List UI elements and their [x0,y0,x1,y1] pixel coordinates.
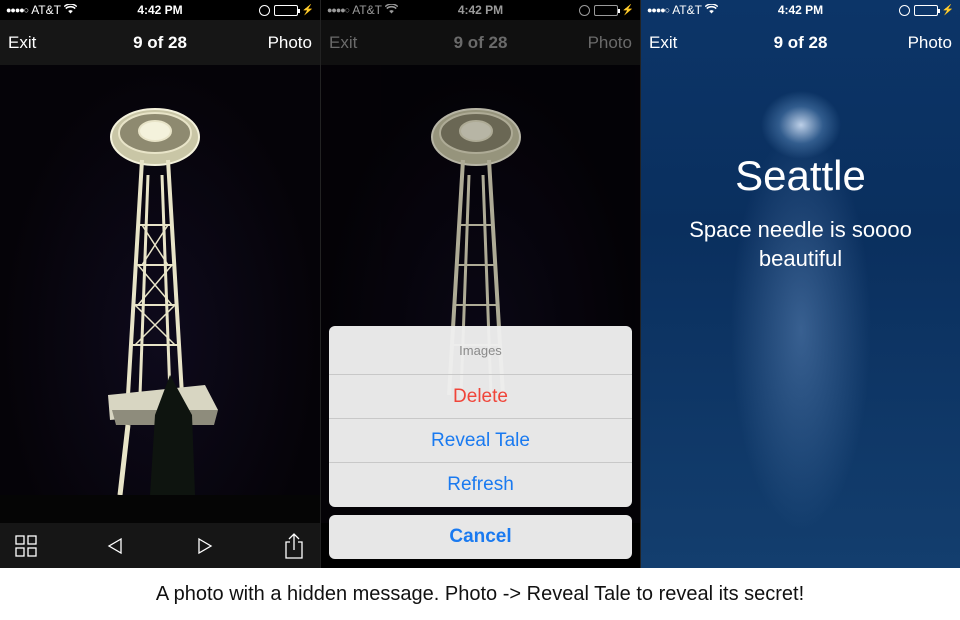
action-sheet: Images Delete Reveal Tale Refresh Cancel [329,326,632,559]
hidden-message-title: Seattle [735,152,866,199]
cancel-button[interactable]: Cancel [329,515,632,559]
clock: 4:42 PM [457,3,504,17]
space-needle-photo [0,65,320,523]
blurred-photo-background [641,0,960,568]
action-sheet-screen: ●●●●○ AT&T 4:42 PM ⚡ Exit 9 of 28 Photo [320,0,640,568]
caption: A photo with a hidden message. Photo -> … [155,582,805,605]
revealed-message-screen: ●●●●○ AT&T 4:42 PM ⚡ Exit 9 of 28 Photo … [640,0,960,568]
battery-icon [593,4,620,16]
bottom-toolbar [0,523,320,568]
nav-bar: Exit 9 of 28 Photo [641,20,960,65]
nav-bar: Exit 9 of 28 Photo [0,20,320,65]
status-bar: ●●●●○ AT&T 4:42 PM ⚡ [0,0,320,20]
clock: 4:42 PM [777,3,824,17]
screenshot-panels: ●●●●○ AT&T 4:42 PM ⚡ Exit 9 of 28 Photo [0,0,960,568]
photo-menu-button[interactable]: Photo [908,33,952,53]
photo-menu-button[interactable]: Photo [268,33,312,53]
grid-icon[interactable] [14,534,38,558]
refresh-button[interactable]: Refresh [329,463,632,507]
nav-bar: Exit 9 of 28 Photo [321,20,640,65]
exit-button[interactable]: Exit [649,33,677,53]
previous-icon[interactable] [103,534,127,558]
battery-icon [913,4,940,16]
battery-icon [273,4,300,16]
exit-button[interactable]: Exit [329,33,357,53]
share-icon[interactable] [282,532,306,559]
hidden-message-body: Space needle is soooo beautiful [689,217,912,271]
action-sheet-options: Images Delete Reveal Tale Refresh [329,326,632,507]
status-bar: ●●●●○ AT&T 4:42 PM ⚡ [321,0,640,20]
action-sheet-title: Images [329,326,632,375]
reveal-tale-button[interactable]: Reveal Tale [329,419,632,463]
status-bar: ●●●●○ AT&T 4:42 PM ⚡ [641,0,960,20]
photo-viewer-screen: ●●●●○ AT&T 4:42 PM ⚡ Exit 9 of 28 Photo [0,0,320,568]
exit-button[interactable]: Exit [8,33,36,53]
delete-button[interactable]: Delete [329,375,632,419]
next-icon[interactable] [193,534,217,558]
clock: 4:42 PM [137,3,183,17]
photo-menu-button[interactable]: Photo [588,33,632,53]
